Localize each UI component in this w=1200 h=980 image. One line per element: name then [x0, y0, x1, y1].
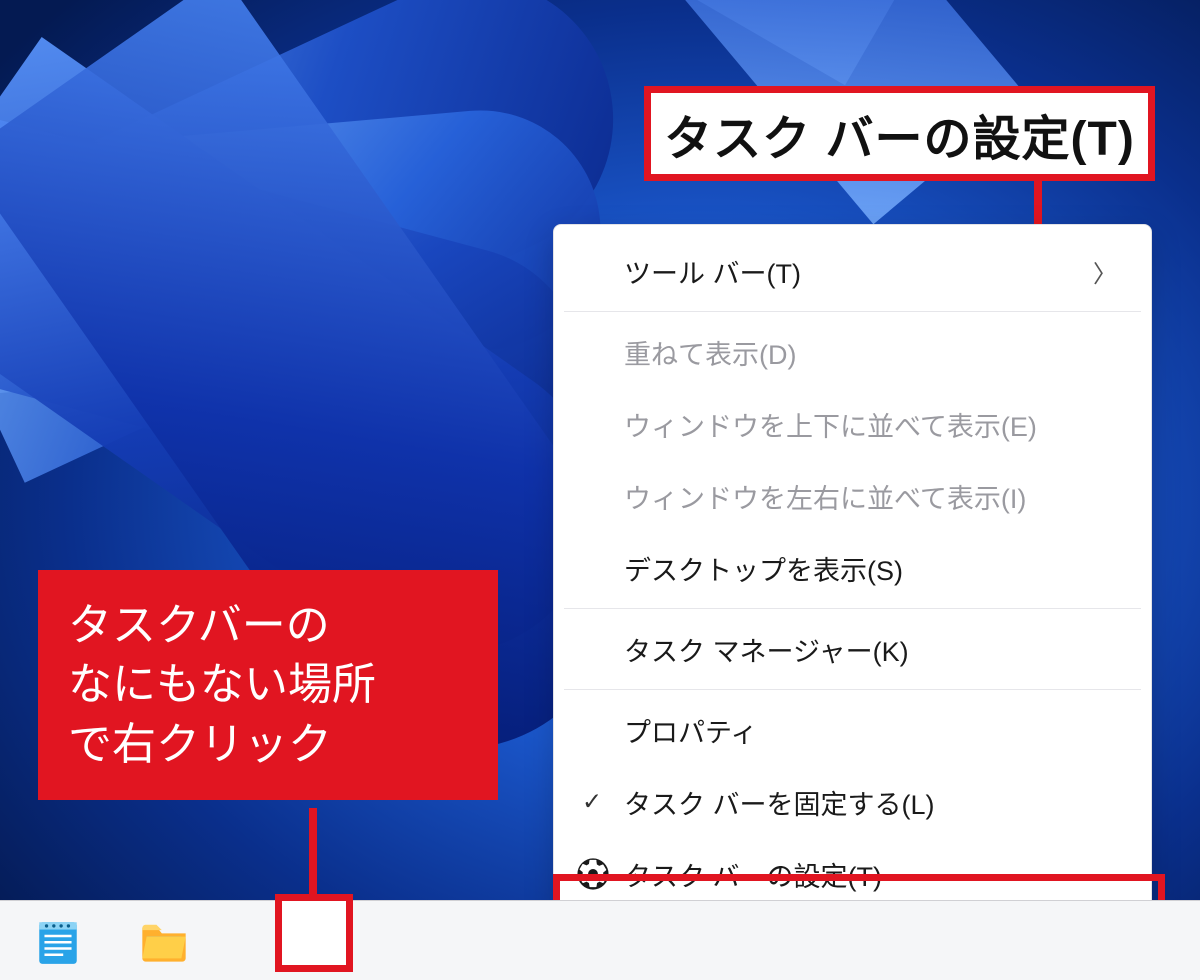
menu-item-label: ウィンドウを左右に並べて表示(I)	[624, 477, 1026, 516]
menu-item-show-desktop[interactable]: デスクトップを表示(S)	[554, 532, 1151, 604]
taskbar-app-file-explorer[interactable]	[136, 913, 192, 969]
notepad-icon	[33, 916, 83, 966]
check-icon: ✓	[582, 788, 602, 817]
taskbar-context-menu: ツール バー(T) 〉 重ねて表示(D) ウィンドウを上下に並べて表示(E) ウ…	[553, 224, 1152, 921]
annotation-left-instruction: タスクバーの なにもない場所 で右クリック	[38, 570, 498, 800]
annotation-top-zoom-text: タスク バーの設定(T)	[664, 99, 1135, 169]
menu-item-label: タスク バーを固定する(L)	[624, 783, 935, 822]
taskbar[interactable]	[0, 900, 1200, 980]
annotation-left-text: タスクバーの なにもない場所 で右クリック	[68, 601, 376, 769]
menu-separator	[564, 311, 1141, 312]
menu-item-lock-taskbar[interactable]: ✓ タスク バーを固定する(L)	[554, 766, 1151, 838]
menu-item-cascade: 重ねて表示(D)	[554, 316, 1151, 388]
annotation-top-zoom: タスク バーの設定(T)	[644, 86, 1155, 181]
menu-item-properties[interactable]: プロパティ	[554, 694, 1151, 766]
annotation-connector-left	[309, 808, 317, 898]
menu-item-label: タスク マネージャー(K)	[624, 630, 909, 669]
menu-item-stack-horizontal: ウィンドウを左右に並べて表示(I)	[554, 460, 1151, 532]
gear-icon	[576, 857, 610, 891]
menu-item-label: デスクトップを表示(S)	[624, 549, 903, 588]
desktop-background[interactable]: タスク バーの設定(T) タスクバーの なにもない場所 で右クリック ツール バ…	[0, 0, 1200, 980]
chevron-right-icon: 〉	[1093, 254, 1117, 289]
folder-icon	[138, 915, 190, 967]
menu-separator	[564, 689, 1141, 690]
taskbar-app-notepad[interactable]	[30, 913, 86, 969]
menu-item-task-manager[interactable]: タスク マネージャー(K)	[554, 613, 1151, 685]
menu-item-toolbars[interactable]: ツール バー(T) 〉	[554, 235, 1151, 307]
menu-item-label: タスク バーの設定(T)	[624, 855, 882, 894]
menu-item-label: ウィンドウを上下に並べて表示(E)	[624, 405, 1037, 444]
menu-item-label: 重ねて表示(D)	[624, 333, 796, 372]
menu-item-label: ツール バー(T)	[624, 252, 801, 291]
menu-item-label: プロパティ	[624, 711, 757, 750]
menu-item-stack-vertical: ウィンドウを上下に並べて表示(E)	[554, 388, 1151, 460]
menu-separator	[564, 608, 1141, 609]
